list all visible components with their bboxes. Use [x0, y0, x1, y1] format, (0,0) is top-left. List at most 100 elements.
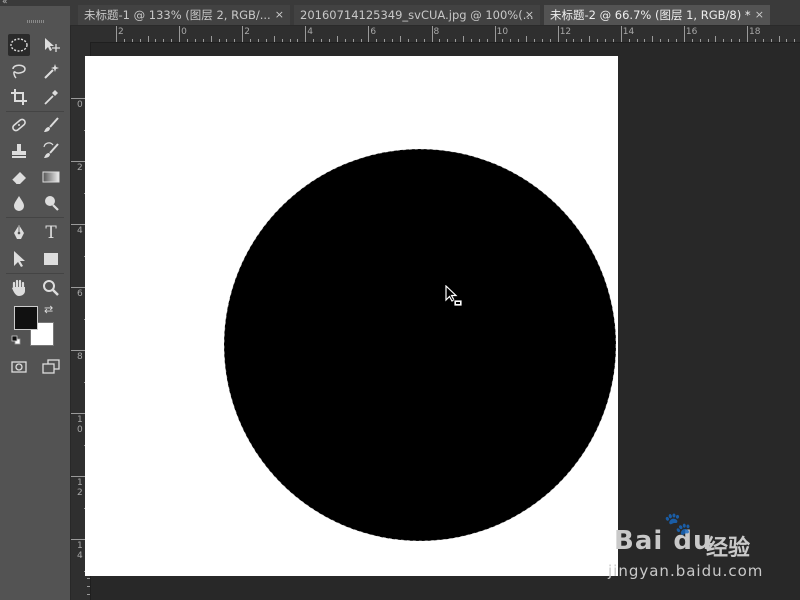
ruler-minor-tick: [423, 39, 425, 42]
collapse-panel-button[interactable]: «: [2, 0, 8, 8]
tab-document-1[interactable]: 未标题-1 @ 133% (图层 2, RGB/... ×: [78, 5, 290, 25]
ruler-minor-tick: [392, 39, 394, 42]
ruler-minor-tick: [794, 39, 796, 42]
ruler-major-tick: [747, 26, 748, 42]
ruler-minor-tick: [265, 39, 267, 42]
ruler-minor-tick: [415, 39, 417, 42]
ruler-minor-tick: [455, 39, 457, 42]
ruler-label: 0: [181, 27, 187, 37]
ruler-minor-tick: [257, 39, 259, 42]
ruler-minor-tick: [376, 39, 378, 42]
zoom-tool[interactable]: [40, 277, 62, 299]
ruler-minor-tick: [668, 39, 670, 42]
ruler-minor-tick: [155, 39, 157, 42]
ruler-minor-tick: [384, 39, 386, 42]
ruler-minor-tick: [478, 39, 480, 42]
ruler-major-tick: [557, 26, 559, 42]
brush-tool[interactable]: [40, 114, 62, 136]
pen-tool[interactable]: [8, 222, 30, 244]
ruler-minor-tick: [250, 39, 252, 42]
history-brush-tool[interactable]: [40, 140, 62, 162]
horizontal-ruler[interactable]: 2 0 2 4 6 8 10 12 14 16 18: [90, 26, 800, 43]
crop-icon: [11, 89, 27, 105]
move-tool[interactable]: [40, 34, 62, 56]
ruler-minor-tick: [171, 39, 173, 42]
circle-selection[interactable]: [223, 148, 617, 542]
tab-document-3[interactable]: 未标题-2 @ 66.7% (图层 1, RGB/8) * ×: [544, 5, 770, 25]
brush-icon: [44, 117, 59, 132]
ruler-minor-tick: [328, 39, 330, 42]
ruler-minor-tick: [786, 39, 788, 42]
ruler-major-tick: [116, 26, 117, 42]
ruler-minor-tick: [644, 39, 646, 42]
ruler-minor-tick: [510, 39, 512, 42]
type-tool[interactable]: T: [40, 222, 62, 244]
lasso-tool[interactable]: [8, 60, 30, 82]
ruler-minor-tick: [652, 36, 654, 42]
dodge-tool[interactable]: [40, 192, 62, 214]
rectangle-tool[interactable]: [40, 248, 62, 270]
ruler-origin[interactable]: [71, 26, 91, 43]
elliptical-marquee-tool[interactable]: [8, 34, 30, 56]
ruler-minor-tick: [518, 39, 520, 42]
ruler-label: 0: [77, 425, 83, 435]
ruler-minor-tick: [313, 39, 315, 42]
eraser-tool[interactable]: [8, 166, 30, 188]
path-selection-tool[interactable]: [8, 248, 30, 270]
ruler-minor-tick: [336, 36, 338, 42]
ruler-minor-tick: [344, 39, 346, 42]
ruler-minor-tick: [754, 39, 756, 42]
tools-panel: « T ⇄: [0, 0, 70, 600]
ruler-minor-tick: [226, 39, 228, 42]
crop-tool[interactable]: [8, 86, 30, 108]
ruler-minor-tick: [526, 36, 528, 42]
ruler-minor-tick: [87, 594, 90, 596]
ruler-minor-tick: [691, 39, 693, 42]
tab-label: 20160714125349_svCUA.jpg @ 100%(...: [300, 8, 534, 22]
type-icon: T: [45, 223, 57, 243]
ruler-minor-tick: [699, 39, 701, 42]
ruler-label: 2: [244, 27, 250, 37]
quick-mask-tool[interactable]: [8, 356, 30, 378]
hand-icon: [12, 279, 25, 296]
ruler-minor-tick: [636, 39, 638, 42]
ruler-label: 4: [77, 551, 83, 561]
ruler-minor-tick: [218, 39, 220, 42]
swap-colors-icon[interactable]: ⇄: [44, 303, 53, 316]
toolbar-separator: [6, 111, 64, 112]
foreground-color-swatch[interactable]: [14, 306, 38, 330]
ruler-minor-tick: [739, 39, 741, 42]
magic-wand-tool[interactable]: [40, 60, 62, 82]
hand-tool[interactable]: [8, 277, 30, 299]
ruler-label: 12: [559, 27, 572, 37]
ruler-minor-tick: [502, 39, 504, 42]
ruler-minor-tick: [597, 39, 599, 42]
screen-mode-tool[interactable]: [40, 356, 62, 378]
blur-tool[interactable]: [8, 192, 30, 214]
panel-grip[interactable]: [27, 20, 45, 23]
ruler-minor-tick: [486, 39, 488, 42]
ruler-minor-tick: [707, 39, 709, 42]
ruler-minor-tick: [660, 39, 662, 42]
ruler-major-tick: [242, 26, 244, 42]
ruler-label: 16: [685, 27, 698, 37]
ruler-minor-tick: [534, 39, 536, 42]
tab-document-2[interactable]: 20160714125349_svCUA.jpg @ 100%(... ×: [294, 5, 540, 25]
clone-stamp-icon: [12, 144, 26, 158]
close-icon[interactable]: ×: [275, 5, 284, 25]
eyedropper-tool[interactable]: [40, 86, 62, 108]
ruler-label: 10: [496, 27, 509, 37]
ruler-label: 0: [77, 100, 83, 110]
gradient-tool[interactable]: [40, 166, 62, 188]
close-icon[interactable]: ×: [755, 5, 764, 25]
ruler-minor-tick: [470, 39, 472, 42]
close-icon[interactable]: ×: [525, 5, 534, 25]
dodge-icon: [45, 196, 59, 211]
default-colors-icon[interactable]: [11, 335, 21, 345]
healing-brush-tool[interactable]: [8, 114, 30, 136]
ruler-minor-tick: [447, 39, 449, 42]
ruler-label: 1: [77, 415, 83, 425]
ruler-label: 2: [118, 27, 124, 37]
ruler-label: 8: [77, 352, 83, 362]
clone-stamp-tool[interactable]: [8, 140, 30, 162]
